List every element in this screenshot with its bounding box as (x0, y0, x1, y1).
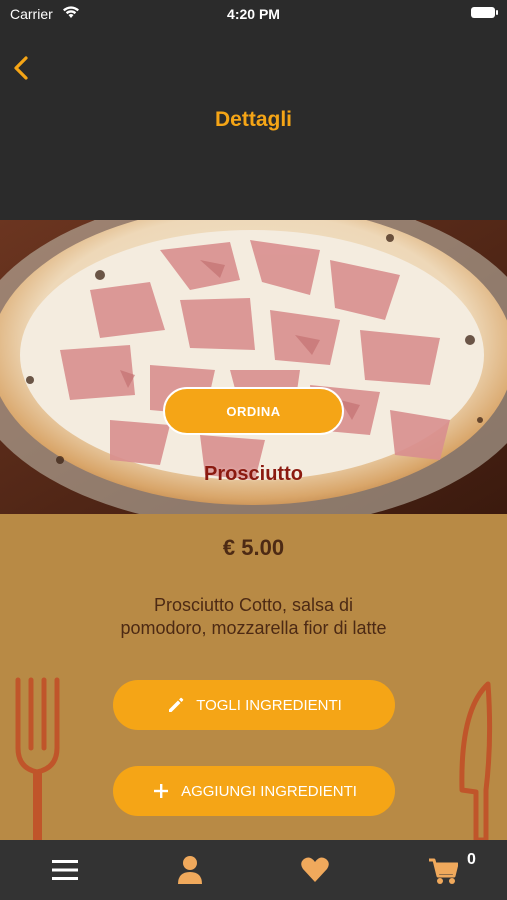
cart-icon[interactable] (428, 854, 458, 886)
add-ingredients-button[interactable]: AGGIUNGI INGREDIENTI (113, 766, 395, 816)
add-ingredients-label: AGGIUNGI INGREDIENTI (181, 782, 357, 800)
back-chevron-icon[interactable] (8, 52, 34, 84)
heart-icon[interactable] (300, 854, 330, 886)
nav-header: Dettagli (0, 26, 507, 220)
product-price: € 5.00 (222, 535, 285, 560)
remove-ingredients-button[interactable]: TOGLI INGREDIENTI (113, 680, 395, 730)
remove-ingredients-label: TOGLI INGREDIENTI (196, 696, 342, 714)
clock: 4:20 PM (227, 6, 280, 22)
product-name: Prosciutto (204, 463, 303, 485)
status-bar: Carrier 4:20 PM (0, 0, 507, 26)
fork-icon (15, 677, 60, 840)
pencil-icon (169, 697, 184, 712)
page-title: Dettagli (214, 108, 292, 131)
product-description: Prosciutto Cotto, salsa di pomodoro, moz… (120, 595, 387, 638)
battery-icon (471, 7, 498, 18)
plus-icon (154, 784, 169, 798)
menu-icon[interactable] (50, 854, 80, 886)
order-button[interactable]: ORDINA (163, 387, 344, 435)
cart-count-badge: 0 (467, 851, 476, 868)
knife-icon (459, 681, 493, 840)
user-icon[interactable] (175, 854, 205, 886)
tab-bar (0, 840, 507, 900)
